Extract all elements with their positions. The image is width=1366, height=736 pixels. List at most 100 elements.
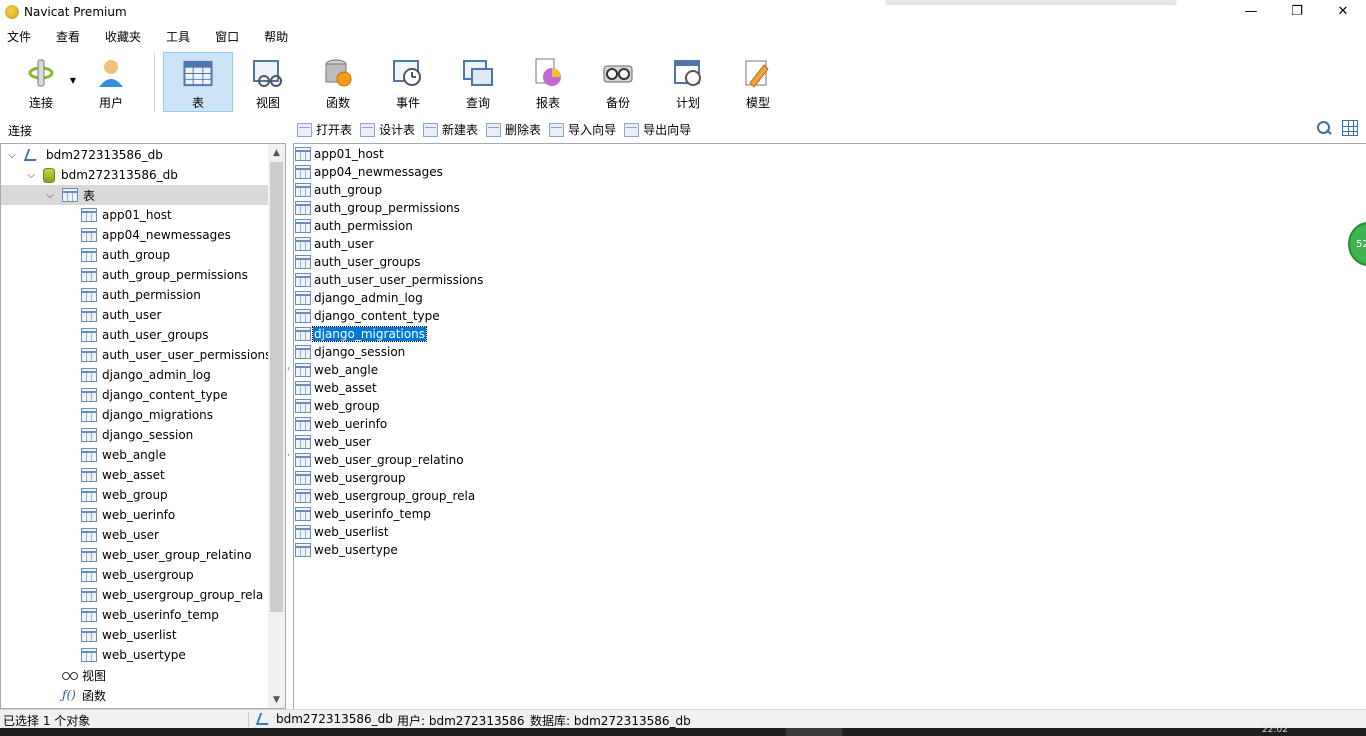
view-button[interactable]: 视图 [233, 52, 303, 112]
minimize-button[interactable]: — [1228, 0, 1274, 23]
tree-database-node[interactable]: ⌵ bdm272313586_db [1, 165, 269, 185]
tree-functions-node[interactable]: ƒ() 函数 [1, 685, 269, 705]
object-list-item[interactable]: web_angle [295, 361, 379, 379]
object-list-item[interactable]: auth_user_groups [295, 253, 422, 271]
tree-table-item[interactable]: web_usergroup_group_rela [1, 585, 269, 605]
tree-table-item[interactable]: web_user [1, 525, 269, 545]
function-button[interactable]: 函数 [303, 52, 373, 112]
model-button[interactable]: 模型 [723, 52, 793, 112]
object-list-item[interactable]: auth_user [295, 235, 374, 253]
menu-file[interactable]: 文件 [0, 28, 37, 45]
tree-table-item[interactable]: auth_user_user_permissions [1, 345, 271, 365]
object-list-item[interactable]: web_user_group_relatino [295, 451, 465, 469]
object-list-item[interactable]: auth_permission [295, 217, 414, 235]
table-icon [295, 273, 311, 287]
object-list-item[interactable]: web_userinfo_temp [295, 505, 432, 523]
maximize-button[interactable]: ❐ [1274, 0, 1320, 23]
collapse-left-icon[interactable]: ‹ [287, 363, 292, 375]
object-list-item[interactable]: web_uerinfo [295, 415, 388, 433]
taskbar-active-app[interactable] [786, 728, 842, 736]
tree-table-item[interactable]: app01_host [1, 205, 269, 225]
object-list-item[interactable]: auth_user_user_permissions [295, 271, 484, 289]
menu-view[interactable]: 查看 [49, 28, 86, 45]
scrollbar-thumb[interactable] [270, 162, 283, 612]
tree-table-item[interactable]: auth_user_groups [1, 325, 269, 345]
tree-views-node[interactable]: 视图 [1, 665, 269, 685]
tree-table-item[interactable]: auth_user [1, 305, 269, 325]
connection-panel-label: 连接 [8, 124, 33, 138]
object-list-item[interactable]: app01_host [295, 145, 385, 163]
object-list-item[interactable]: web_usertype [295, 541, 399, 559]
object-list-item[interactable]: web_usergroup_group_rela [295, 487, 476, 505]
chevron-down-icon[interactable]: ⌵ [25, 170, 37, 181]
tree-table-item[interactable]: django_migrations [1, 405, 269, 425]
close-button[interactable]: ✕ [1320, 0, 1366, 23]
collapse-left-icon[interactable]: ‹ [287, 449, 292, 461]
schedule-button[interactable]: 计划 [653, 52, 723, 112]
object-list-item[interactable]: web_user [295, 433, 372, 451]
delete-table-button[interactable]: 删除表 [486, 121, 541, 138]
chevron-down-icon[interactable]: ⌵ [44, 190, 56, 201]
tree-table-item[interactable]: django_session [1, 425, 269, 445]
view-icon [62, 669, 78, 681]
object-list-item[interactable]: web_usergroup [295, 469, 407, 487]
table-icon [81, 288, 97, 302]
object-list-item[interactable]: auth_group_permissions [295, 199, 461, 217]
user-button[interactable]: 用户 [76, 52, 146, 112]
table-icon [81, 348, 97, 362]
tree-table-item[interactable]: web_user_group_relatino [1, 545, 269, 565]
report-button[interactable]: 报表 [513, 52, 583, 112]
panel-splitter[interactable]: ‹ ‹ [286, 143, 293, 709]
tree-table-item[interactable]: web_uerinfo [1, 505, 269, 525]
object-list-item[interactable]: django_session [295, 343, 406, 361]
connection-button[interactable]: 连接 ▼ [6, 52, 76, 112]
object-list-item[interactable]: web_asset [295, 379, 378, 397]
table-button[interactable]: 表 [163, 52, 233, 112]
tree-connection-node[interactable]: ⌵ bdm272313586_db [1, 145, 269, 165]
tree-table-item[interactable]: web_angle [1, 445, 269, 465]
tree-tables-node[interactable]: ⌵ 表 [1, 185, 269, 205]
design-table-button[interactable]: 设计表 [360, 121, 415, 138]
tree-table-item[interactable]: web_group [1, 485, 269, 505]
query-button[interactable]: 查询 [443, 52, 513, 112]
object-list-item[interactable]: web_userlist [295, 523, 390, 541]
table-icon [295, 327, 311, 341]
menu-window[interactable]: 窗口 [208, 28, 245, 45]
table-icon [295, 453, 311, 467]
chevron-down-icon[interactable]: ⌵ [6, 150, 18, 161]
tree-table-item[interactable]: web_usertype [1, 645, 269, 665]
object-list-item[interactable]: app04_newmessages [295, 163, 444, 181]
tree-table-item[interactable]: web_userinfo_temp [1, 605, 269, 625]
tree-table-item[interactable]: web_userlist [1, 625, 269, 645]
backup-button[interactable]: 备份 [583, 52, 653, 112]
tree-table-item[interactable]: django_content_type [1, 385, 269, 405]
table-icon [295, 183, 311, 197]
tree-table-item[interactable]: web_asset [1, 465, 269, 485]
new-table-button[interactable]: 新建表 [423, 121, 478, 138]
object-list-item[interactable]: auth_group [295, 181, 383, 199]
tree-table-item[interactable]: auth_group [1, 245, 269, 265]
table-icon [81, 588, 97, 602]
export-wizard-button[interactable]: 导出向导 [624, 121, 691, 138]
object-list-item[interactable]: web_group [295, 397, 381, 415]
search-icon[interactable] [1316, 120, 1332, 136]
object-list-item[interactable]: django_admin_log [295, 289, 424, 307]
scroll-down-icon[interactable]: ▼ [268, 691, 285, 708]
import-wizard-button[interactable]: 导入向导 [549, 121, 616, 138]
open-table-button[interactable]: 打开表 [297, 121, 352, 138]
table-icon [62, 188, 78, 202]
menu-help[interactable]: 帮助 [257, 28, 294, 45]
grid-view-icon[interactable] [1342, 120, 1358, 136]
event-button[interactable]: 事件 [373, 52, 443, 112]
tree-table-item[interactable]: app04_newmessages [1, 225, 269, 245]
tree-table-item[interactable]: auth_permission [1, 285, 269, 305]
object-list-item[interactable]: django_migrations [295, 325, 428, 343]
menu-favorites[interactable]: 收藏夹 [98, 28, 147, 45]
tree-table-item[interactable]: web_usergroup [1, 565, 269, 585]
tree-table-item[interactable]: auth_group_permissions [1, 265, 269, 285]
scroll-up-icon[interactable]: ▲ [268, 144, 285, 161]
object-list-item[interactable]: django_content_type [295, 307, 441, 325]
menu-tools[interactable]: 工具 [159, 28, 196, 45]
tree-table-item[interactable]: django_admin_log [1, 365, 269, 385]
tree-scrollbar[interactable]: ▲ ▼ [268, 144, 285, 708]
